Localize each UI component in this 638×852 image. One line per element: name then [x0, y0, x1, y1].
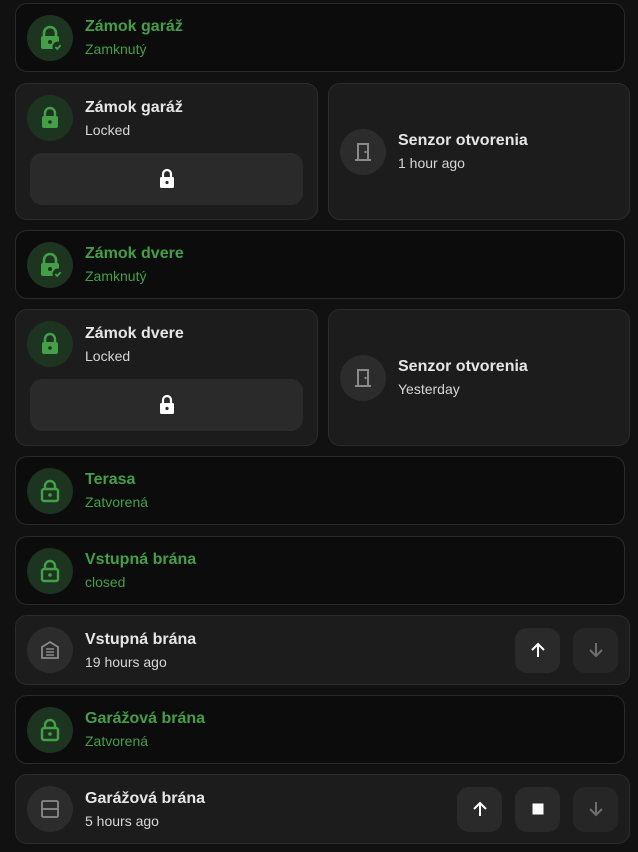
arrow-up-icon [530, 642, 545, 657]
door-sensor-card-garage[interactable]: Senzor otvorenia 1 hour ago [328, 83, 630, 220]
lock-outline-icon [27, 706, 73, 753]
door-sensor-card-door[interactable]: Senzor otvorenia Yesterday [328, 309, 630, 446]
card-state: 5 hours ago [85, 812, 159, 829]
card-title: Garážová brána [85, 789, 206, 807]
card-title: Senzor otvorenia [398, 358, 528, 375]
arrow-down-icon [588, 802, 603, 817]
card-state: Zamknutý [85, 41, 147, 57]
lock-status-card-door[interactable]: Zámok dvere Zamknutý [15, 230, 625, 299]
lock-icon [27, 321, 73, 367]
open-cover-button[interactable] [457, 786, 502, 832]
dashboard: Zámok garáž Zamknutý Zámok garáž Locked [0, 0, 638, 852]
lock-check-icon [27, 14, 73, 61]
card-state: Yesterday [398, 381, 460, 397]
lock-icon [159, 168, 174, 188]
close-cover-button[interactable] [573, 786, 618, 832]
card-title: Zámok dvere [85, 324, 184, 342]
lock-status-card-terrace[interactable]: Terasa Zatvorená [15, 456, 625, 525]
card-state: 19 hours ago [85, 653, 167, 670]
unlock-button[interactable] [30, 379, 303, 431]
stop-cover-button[interactable] [515, 786, 560, 832]
card-title: Zámok garáž [85, 18, 183, 35]
door-icon [340, 354, 386, 401]
open-cover-button[interactable] [515, 627, 560, 673]
lock-status-card-entrance-gate[interactable]: Vstupná brána closed [15, 536, 625, 605]
lock-card-garage[interactable]: Zámok garáž Locked [15, 83, 318, 220]
garage-icon [27, 786, 73, 832]
lock-outline-icon [27, 547, 73, 594]
card-state: Locked [85, 121, 131, 138]
card-state: 1 hour ago [398, 155, 465, 171]
lock-icon [27, 95, 73, 141]
card-title: Zámok garáž [85, 98, 183, 116]
arrow-down-icon [588, 643, 603, 658]
stop-icon [532, 803, 543, 815]
card-title: Senzor otvorenia [398, 132, 528, 149]
lock-status-card-garage[interactable]: Zámok garáž Zamknutý [15, 3, 625, 72]
close-cover-button[interactable] [573, 627, 618, 673]
card-title: Garážová brána [85, 710, 206, 727]
gate-icon [27, 627, 73, 673]
card-state: Zatvorená [85, 733, 149, 749]
card-state: closed [85, 574, 126, 590]
unlock-button[interactable] [30, 153, 303, 205]
lock-outline-icon [27, 467, 73, 514]
card-title: Vstupná brána [85, 551, 197, 568]
card-title: Terasa [85, 471, 136, 488]
gate-cover-card-entrance[interactable]: Vstupná brána 19 hours ago [15, 615, 630, 685]
arrow-up-icon [472, 801, 487, 816]
lock-icon [159, 394, 174, 414]
door-icon [340, 128, 386, 175]
lock-status-card-garage-gate[interactable]: Garážová brána Zatvorená [15, 695, 625, 764]
card-state: Zatvorená [85, 494, 149, 510]
lock-check-icon [27, 241, 73, 288]
card-state: Locked [85, 347, 131, 364]
gate-cover-card-garage[interactable]: Garážová brána 5 hours ago [15, 774, 630, 844]
lock-card-door[interactable]: Zámok dvere Locked [15, 309, 318, 446]
card-title: Zámok dvere [85, 245, 184, 262]
card-title: Vstupná brána [85, 630, 197, 648]
card-state: Zamknutý [85, 268, 147, 284]
